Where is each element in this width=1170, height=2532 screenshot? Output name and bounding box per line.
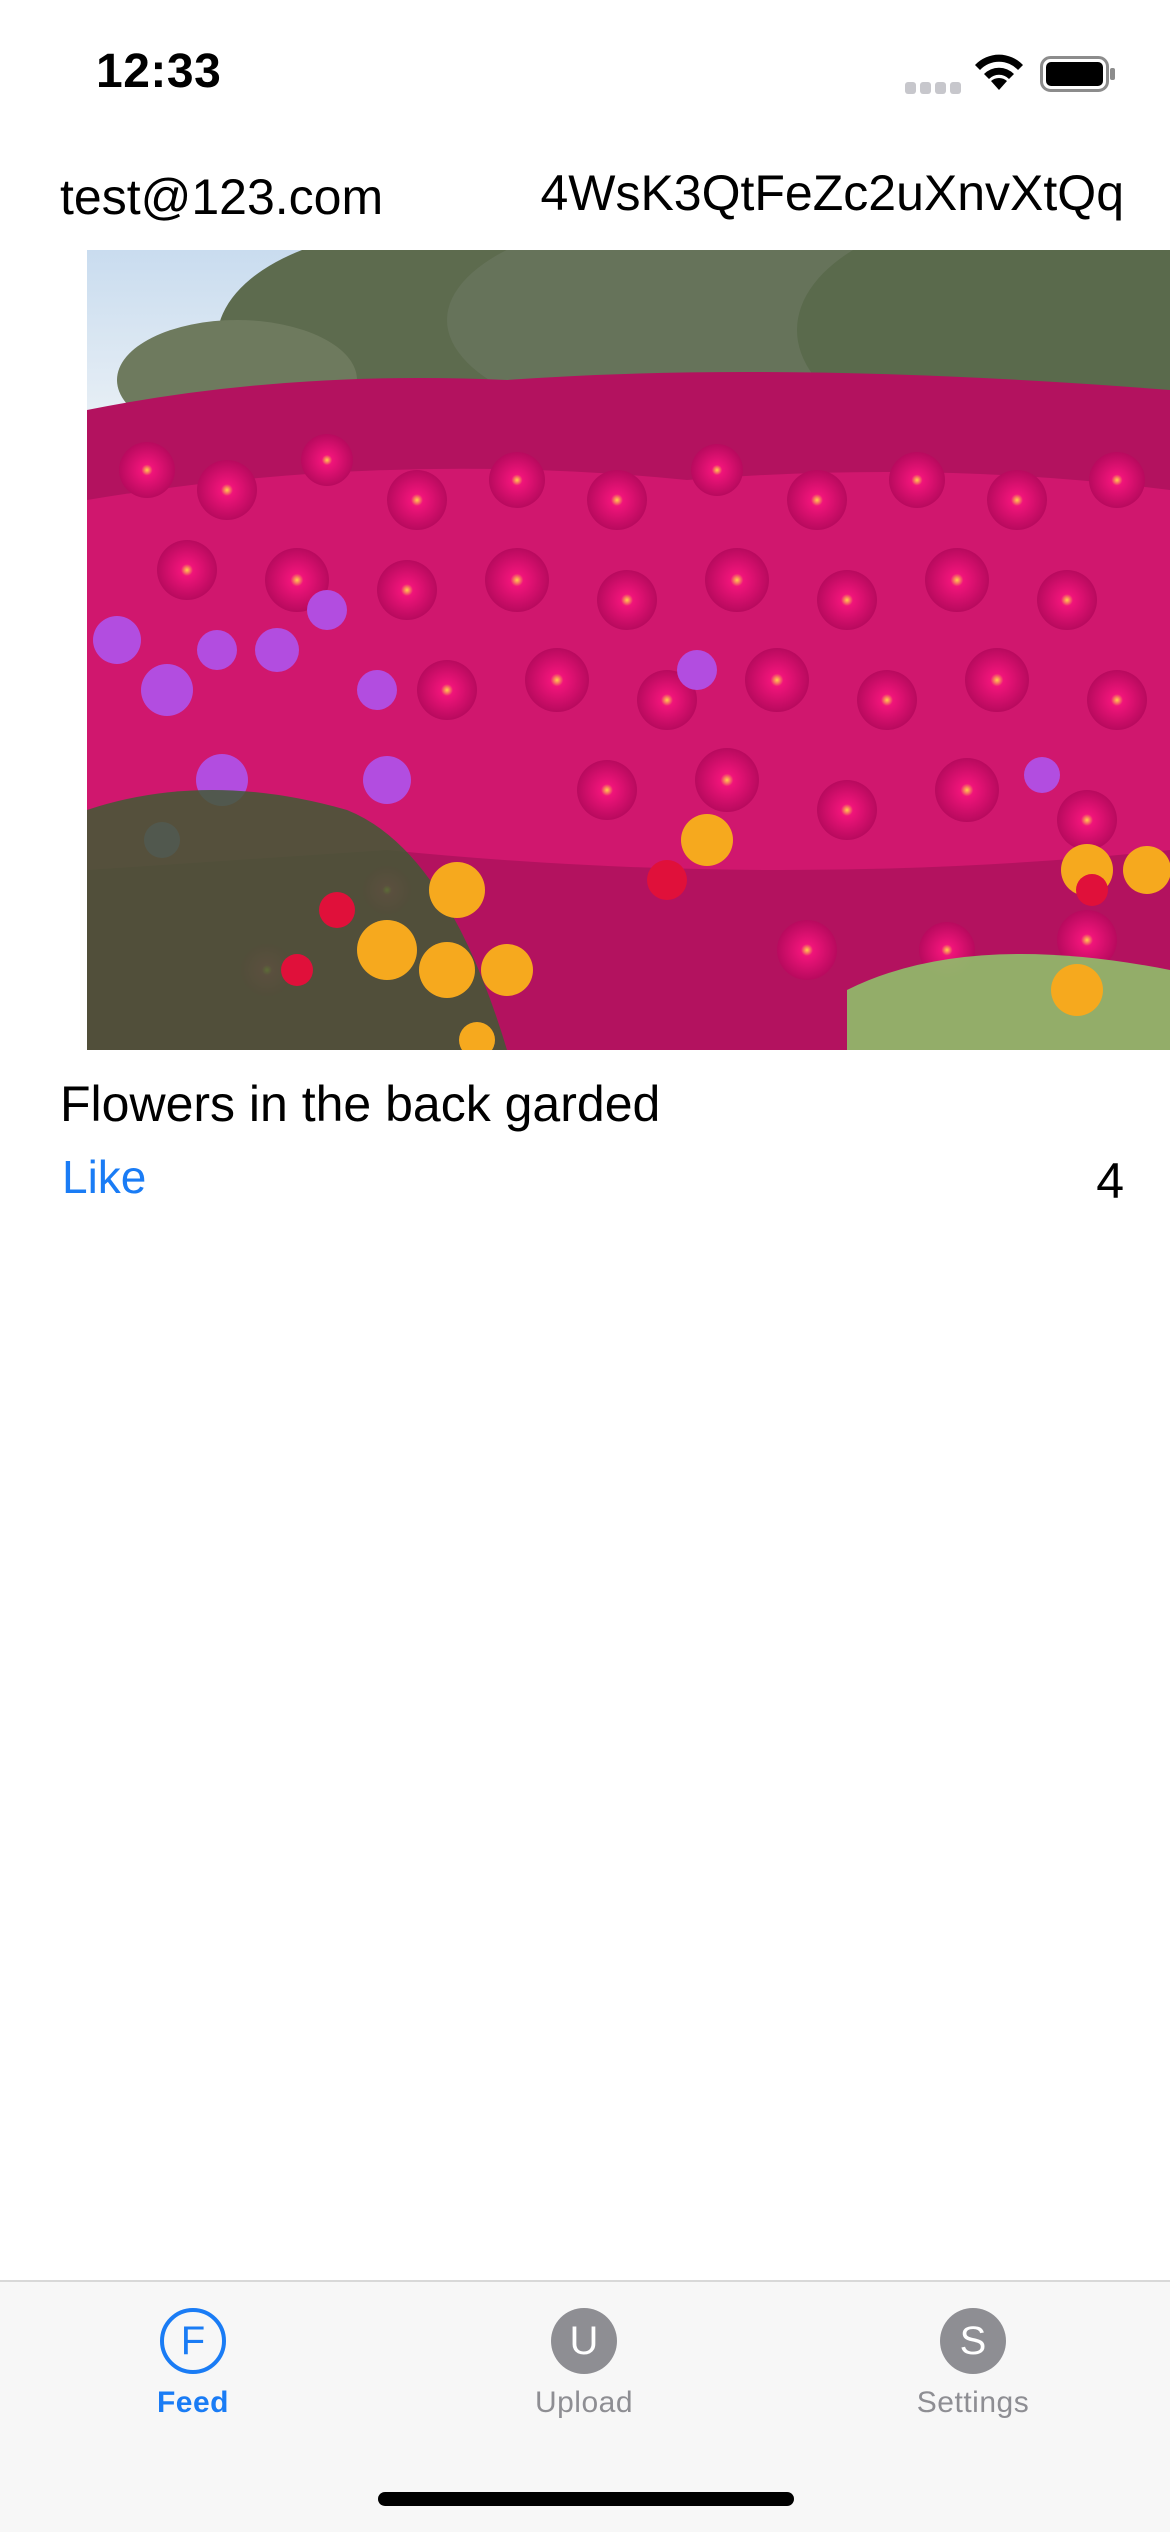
tab-settings-label: Settings [916, 2386, 1030, 2419]
settings-icon: S [940, 2308, 1006, 2374]
tab-upload[interactable]: U Upload [464, 2308, 704, 2448]
post-photo [87, 250, 1170, 1050]
tab-settings[interactable]: S Settings [853, 2308, 1093, 2448]
tab-feed[interactable]: F Feed [73, 2308, 313, 2448]
post-caption: Flowers in the back garded [60, 1076, 661, 1132]
like-button[interactable]: Like [62, 1150, 146, 1204]
post-author-email: test@123.com [60, 169, 384, 225]
post-header: test@123.com 4WsK3QtFeZc2uXnvXtQq [0, 160, 1170, 230]
tab-upload-label: Upload [534, 2386, 634, 2419]
cellular-signal-icon [905, 80, 961, 94]
home-indicator[interactable] [378, 2492, 794, 2506]
feed-screen: 12:33 test@123.com 4WsK3QtFeZc2uXnvXtQq [0, 0, 1170, 2532]
wifi-icon [975, 54, 1023, 90]
like-count: 4 [1096, 1153, 1124, 1209]
upload-icon: U [551, 2308, 617, 2374]
tab-feed-label: Feed [156, 2386, 230, 2419]
feed-icon: F [160, 2308, 226, 2374]
battery-icon [1040, 56, 1115, 92]
status-bar: 12:33 [0, 0, 1170, 140]
status-time: 12:33 [96, 45, 222, 98]
post-id: 4WsK3QtFeZc2uXnvXtQq [540, 165, 1124, 221]
